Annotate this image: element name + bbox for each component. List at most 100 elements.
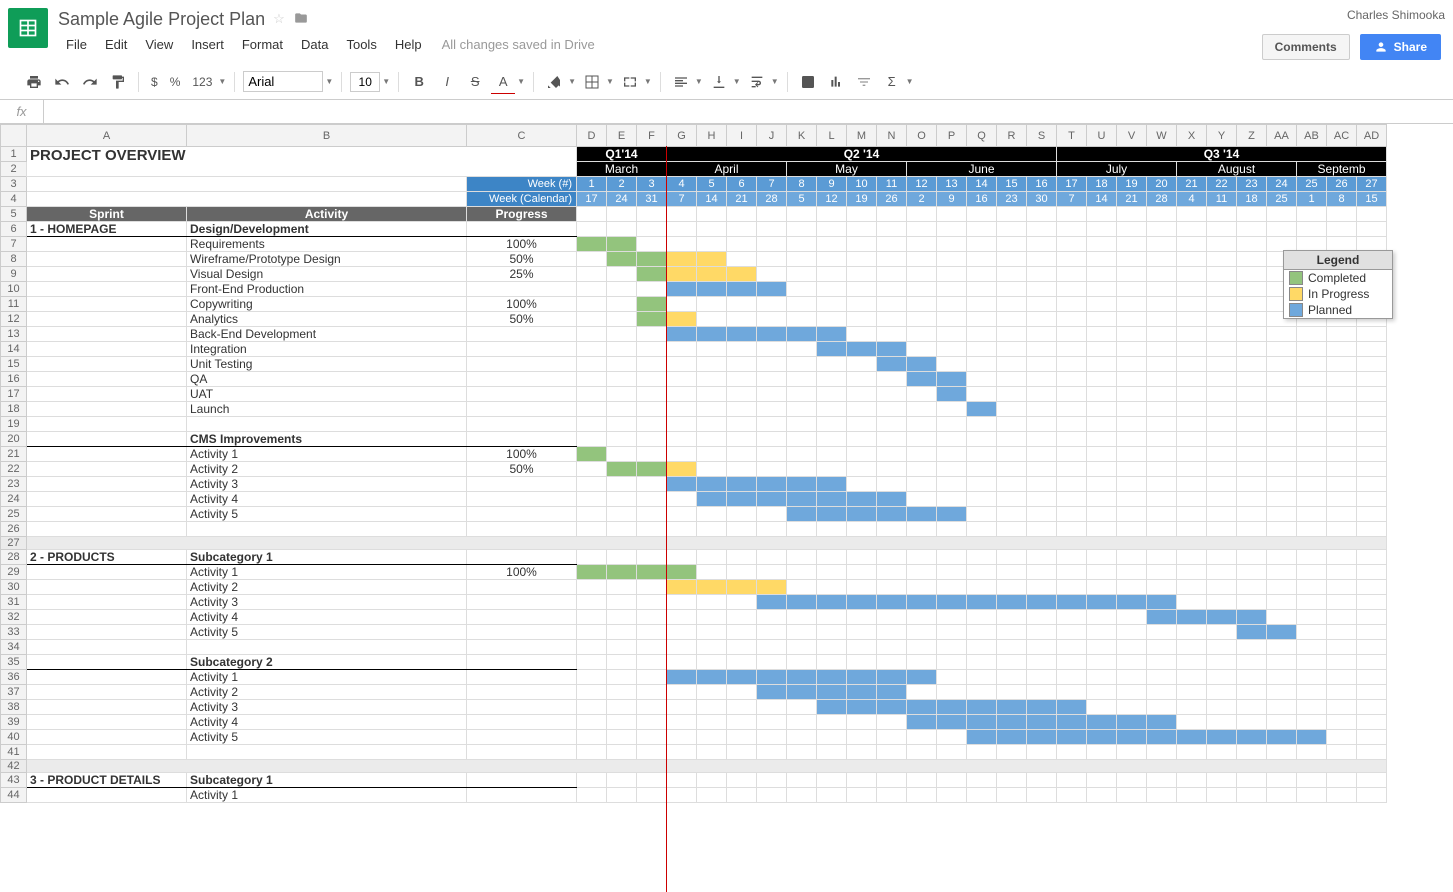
- cell-gantt[interactable]: [1147, 745, 1177, 760]
- cell-gantt[interactable]: [1087, 580, 1117, 595]
- cell-gantt[interactable]: [697, 432, 727, 447]
- cell-gantt[interactable]: [1117, 447, 1147, 462]
- cell-week-cal[interactable]: 16: [967, 192, 997, 207]
- cell-gantt[interactable]: [1087, 312, 1117, 327]
- cell-week-cal[interactable]: 12: [817, 192, 847, 207]
- row-header[interactable]: 5: [1, 207, 27, 222]
- cell-gantt[interactable]: [1237, 522, 1267, 537]
- vertical-align-icon[interactable]: [707, 70, 731, 94]
- cell-gantt[interactable]: [907, 477, 937, 492]
- cell-gantt[interactable]: [1327, 417, 1357, 432]
- cell-gantt[interactable]: [1297, 507, 1327, 522]
- cell-gantt[interactable]: [847, 492, 877, 507]
- cell-gantt[interactable]: [847, 327, 877, 342]
- cell-gantt[interactable]: [937, 595, 967, 610]
- cell-gantt[interactable]: [1057, 462, 1087, 477]
- cell-gantt[interactable]: [1057, 730, 1087, 745]
- cell-header-activity[interactable]: Activity: [187, 207, 467, 222]
- cell-gantt[interactable]: [1117, 670, 1147, 685]
- cell-week-num[interactable]: 8: [787, 177, 817, 192]
- cell-gantt[interactable]: [727, 222, 757, 237]
- cell-gantt[interactable]: [577, 252, 607, 267]
- cell-gantt[interactable]: [577, 222, 607, 237]
- cell-activity[interactable]: Activity 4: [187, 492, 467, 507]
- cell-gantt[interactable]: [1207, 327, 1237, 342]
- cell-gantt[interactable]: [787, 550, 817, 565]
- cell-gantt[interactable]: [697, 402, 727, 417]
- cell-gantt[interactable]: [697, 447, 727, 462]
- col-header[interactable]: X: [1177, 125, 1207, 147]
- cell-quarter[interactable]: Q3 '14: [1057, 147, 1387, 162]
- cell-gantt[interactable]: [1087, 477, 1117, 492]
- cell-gantt[interactable]: [1357, 507, 1387, 522]
- cell-activity[interactable]: Front-End Production: [187, 282, 467, 297]
- cell-gantt[interactable]: [607, 312, 637, 327]
- cell-gantt[interactable]: [847, 387, 877, 402]
- cell-gantt[interactable]: [1087, 492, 1117, 507]
- cell-activity[interactable]: CMS Improvements: [187, 432, 467, 447]
- cell-sprint[interactable]: [27, 730, 187, 745]
- menu-data[interactable]: Data: [293, 34, 336, 55]
- cell-gantt[interactable]: [1147, 595, 1177, 610]
- cell-gantt[interactable]: [1147, 715, 1177, 730]
- cell-gantt[interactable]: [997, 730, 1027, 745]
- cell-gantt[interactable]: [937, 447, 967, 462]
- cell-gantt[interactable]: [637, 507, 667, 522]
- cell-gantt[interactable]: [907, 372, 937, 387]
- cell-gantt[interactable]: [1117, 685, 1147, 700]
- cell-gantt[interactable]: [817, 327, 847, 342]
- cell-gantt[interactable]: [757, 507, 787, 522]
- cell-gantt[interactable]: [697, 565, 727, 580]
- cell-gantt[interactable]: [1057, 700, 1087, 715]
- cell-gantt[interactable]: [1237, 357, 1267, 372]
- cell-gantt[interactable]: [937, 745, 967, 760]
- cell-gantt[interactable]: [817, 387, 847, 402]
- cell-gantt[interactable]: [1057, 447, 1087, 462]
- cell-gantt[interactable]: [817, 550, 847, 565]
- cell-gantt[interactable]: [1207, 387, 1237, 402]
- cell-gantt[interactable]: [607, 507, 637, 522]
- cell-gantt[interactable]: [757, 773, 787, 788]
- cell-gantt[interactable]: [667, 342, 697, 357]
- cell-gantt[interactable]: [847, 267, 877, 282]
- cell-gantt[interactable]: [1087, 297, 1117, 312]
- cell-gantt[interactable]: [997, 477, 1027, 492]
- row-header[interactable]: 17: [1, 387, 27, 402]
- cell-gantt[interactable]: [757, 655, 787, 670]
- cell-gantt[interactable]: [787, 357, 817, 372]
- cell-sprint[interactable]: [27, 267, 187, 282]
- cell-gantt[interactable]: [937, 507, 967, 522]
- cell-gantt[interactable]: [1117, 372, 1147, 387]
- cell-gantt[interactable]: [1237, 625, 1267, 640]
- cell-gantt[interactable]: [997, 432, 1027, 447]
- cell-week-num[interactable]: 11: [877, 177, 907, 192]
- cell-gantt[interactable]: [1207, 670, 1237, 685]
- cell-gantt[interactable]: [1297, 685, 1327, 700]
- col-header[interactable]: [1, 125, 27, 147]
- cell-gantt[interactable]: [1267, 610, 1297, 625]
- cell-gantt[interactable]: [1357, 640, 1387, 655]
- cell-gantt[interactable]: [697, 610, 727, 625]
- cell-gantt[interactable]: [727, 252, 757, 267]
- cell-week-num[interactable]: 22: [1207, 177, 1237, 192]
- row-header[interactable]: 28: [1, 550, 27, 565]
- cell-gantt[interactable]: [667, 297, 697, 312]
- cell-gantt[interactable]: [787, 640, 817, 655]
- cell-gantt[interactable]: [1207, 267, 1237, 282]
- cell-gantt[interactable]: [1027, 417, 1057, 432]
- cell-gantt[interactable]: [667, 372, 697, 387]
- cell-gantt[interactable]: [1057, 745, 1087, 760]
- cell-gantt[interactable]: [1267, 773, 1297, 788]
- cell-gantt[interactable]: [1357, 417, 1387, 432]
- cell-gantt[interactable]: [1207, 745, 1237, 760]
- cell-gantt[interactable]: [907, 522, 937, 537]
- cell-gantt[interactable]: [817, 462, 847, 477]
- cell-gantt[interactable]: [997, 492, 1027, 507]
- cell-progress[interactable]: [467, 580, 577, 595]
- cell-activity[interactable]: Activity 4: [187, 610, 467, 625]
- cell-gantt[interactable]: [847, 297, 877, 312]
- cell-gantt[interactable]: [697, 252, 727, 267]
- cell-gantt[interactable]: [907, 788, 937, 803]
- redo-icon[interactable]: [78, 70, 102, 94]
- cell-gantt[interactable]: [1057, 297, 1087, 312]
